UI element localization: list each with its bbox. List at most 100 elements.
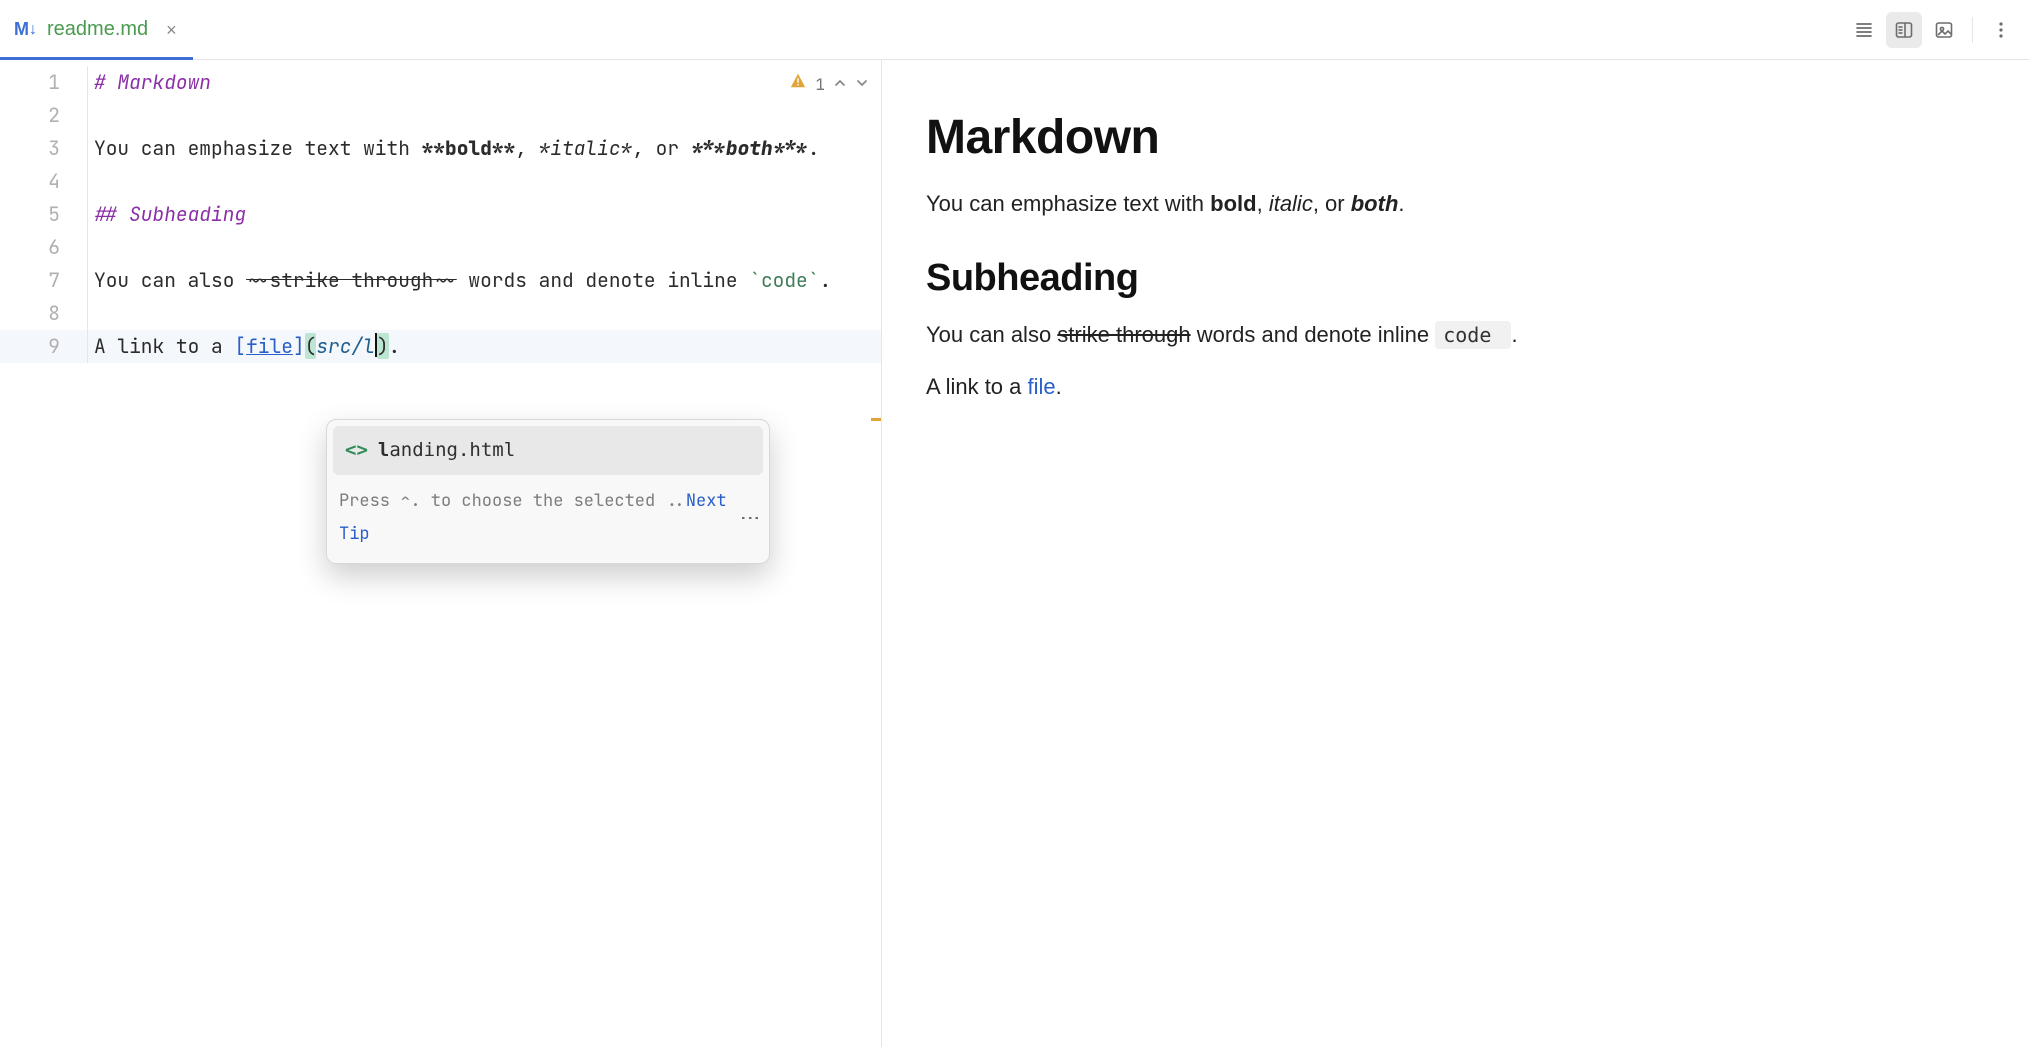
md-code-tick: ` bbox=[749, 267, 761, 293]
text: You can also bbox=[926, 322, 1057, 347]
markdown-icon: M↓ bbox=[14, 19, 37, 40]
md-strike: strike through bbox=[270, 267, 434, 293]
md-strike-open: ~~ bbox=[246, 267, 269, 293]
md-subheading: ## Subheading bbox=[94, 201, 246, 227]
text: . bbox=[808, 135, 820, 161]
close-icon[interactable]: × bbox=[166, 21, 177, 39]
warning-count: 1 bbox=[815, 68, 825, 101]
text: You can also bbox=[94, 267, 246, 293]
preview-italic: italic bbox=[1269, 191, 1313, 216]
md-bolditalic: both bbox=[726, 135, 773, 161]
next-highlight-button[interactable] bbox=[855, 68, 869, 101]
md-link-close-bracket: ] bbox=[293, 333, 305, 359]
md-bold: bold bbox=[445, 135, 492, 161]
editor-line[interactable]: 8 bbox=[0, 297, 881, 330]
md-inline-code: code bbox=[761, 267, 808, 293]
preview-h1: Markdown bbox=[926, 110, 1985, 165]
preview-strike: strike through bbox=[1057, 322, 1190, 347]
hint-text: Press bbox=[339, 490, 400, 512]
text: . bbox=[819, 267, 831, 293]
text: . bbox=[389, 333, 401, 359]
text: . bbox=[1511, 322, 1517, 347]
editor-line[interactable]: 1 # Markdown bbox=[0, 66, 881, 99]
preview-link[interactable]: file bbox=[1028, 374, 1056, 399]
md-bolditalic-close: *** bbox=[773, 135, 808, 161]
text: A link to a bbox=[94, 333, 234, 359]
preview-paragraph: You can also strike through words and de… bbox=[926, 318, 1985, 352]
editor-toolbar bbox=[1846, 0, 2029, 59]
editor-line[interactable]: 9 A link to a [file](src/l). bbox=[0, 330, 881, 363]
line-number: 5 bbox=[48, 201, 60, 227]
md-link-open-paren: ( bbox=[305, 333, 317, 359]
md-link-path: src/l bbox=[316, 333, 375, 359]
split-view-button[interactable] bbox=[1886, 12, 1922, 48]
md-bold-close: ** bbox=[492, 135, 515, 161]
text: words and denote inline bbox=[457, 267, 750, 293]
completion-hint: Press ⌃. to choose the selected ..Next T… bbox=[327, 475, 769, 563]
md-link-close-paren: ) bbox=[377, 333, 389, 359]
md-strike-close: ~~ bbox=[433, 267, 456, 293]
preview-bold-italic: both bbox=[1351, 191, 1399, 216]
tab-bar: M↓ readme.md × bbox=[0, 0, 2029, 60]
prev-highlight-button[interactable] bbox=[833, 68, 847, 101]
editor-pane: 1 1 # Markdown 2 bbox=[0, 60, 882, 1047]
editor-line[interactable]: 5 ## Subheading bbox=[0, 198, 881, 231]
tab-label: readme.md bbox=[47, 18, 148, 41]
tab-readme[interactable]: M↓ readme.md × bbox=[0, 0, 191, 59]
editor-line[interactable]: 2 bbox=[0, 99, 881, 132]
md-bolditalic-open: *** bbox=[691, 135, 726, 161]
md-italic-close: * bbox=[621, 135, 633, 161]
md-code-tick: ` bbox=[808, 267, 820, 293]
editor-line[interactable]: 4 bbox=[0, 165, 881, 198]
completion-item[interactable]: <> landing.html bbox=[333, 426, 763, 475]
code-editor[interactable]: 1 1 # Markdown 2 bbox=[0, 60, 881, 363]
line-number: 8 bbox=[48, 300, 60, 326]
more-actions-button[interactable] bbox=[1983, 12, 2019, 48]
text: A link to a bbox=[926, 374, 1028, 399]
toc-button[interactable] bbox=[1846, 12, 1882, 48]
preview-pane: Markdown You can emphasize text with bol… bbox=[882, 60, 2029, 1047]
line-number: 6 bbox=[48, 234, 60, 260]
editor-line[interactable]: 7 You can also ~~strike through~~ words … bbox=[0, 264, 881, 297]
text: , bbox=[515, 135, 538, 161]
editor-line[interactable]: 3 You can emphasize text with **bold**, … bbox=[0, 132, 881, 165]
line-number: 9 bbox=[48, 333, 60, 359]
warning-icon bbox=[789, 68, 807, 101]
completion-match: l bbox=[378, 439, 389, 461]
line-number: 1 bbox=[48, 69, 60, 95]
editor-lines: 1 # Markdown 2 3 You can emphasize text … bbox=[0, 60, 881, 363]
md-link-open-bracket: [ bbox=[234, 333, 246, 359]
completion-popup: <> landing.html Press ⌃. to choose the s… bbox=[326, 419, 770, 564]
md-link-text: file bbox=[246, 333, 293, 359]
toolbar-divider bbox=[1972, 17, 1973, 43]
preview-paragraph: A link to a file. bbox=[926, 370, 1985, 404]
preview-bold: bold bbox=[1210, 191, 1256, 216]
line-number: 7 bbox=[48, 267, 60, 293]
editor-line[interactable]: 6 bbox=[0, 231, 881, 264]
line-number: 2 bbox=[48, 102, 60, 128]
text: . bbox=[1398, 191, 1404, 216]
completion-rest: anding.html bbox=[389, 439, 515, 461]
text: . bbox=[1056, 374, 1062, 399]
text: words and denote inline bbox=[1191, 322, 1436, 347]
hint-hotkey: ⌃. bbox=[400, 490, 420, 512]
text: You can emphasize text with bbox=[94, 135, 422, 161]
md-heading: # Markdown bbox=[94, 69, 211, 95]
preview-code: code bbox=[1435, 321, 1511, 349]
html-tag-icon: <> bbox=[345, 434, 368, 467]
completion-more-icon[interactable]: ⋮ bbox=[745, 508, 757, 528]
inspection-widget[interactable]: 1 bbox=[789, 68, 869, 101]
md-bold-open: ** bbox=[422, 135, 445, 161]
split-view: 1 1 # Markdown 2 bbox=[0, 60, 2029, 1047]
hint-text: to choose the selected .. bbox=[421, 490, 686, 512]
preview-h2: Subheading bbox=[926, 257, 1985, 300]
preview-button[interactable] bbox=[1926, 12, 1962, 48]
text: You can emphasize text with bbox=[926, 191, 1210, 216]
warning-stripe-marker[interactable] bbox=[871, 418, 881, 421]
text: , or bbox=[632, 135, 691, 161]
md-italic-open: * bbox=[539, 135, 551, 161]
line-number: 3 bbox=[48, 135, 60, 161]
line-number: 4 bbox=[48, 168, 60, 194]
text: , or bbox=[1313, 191, 1351, 216]
text: , bbox=[1257, 191, 1269, 216]
